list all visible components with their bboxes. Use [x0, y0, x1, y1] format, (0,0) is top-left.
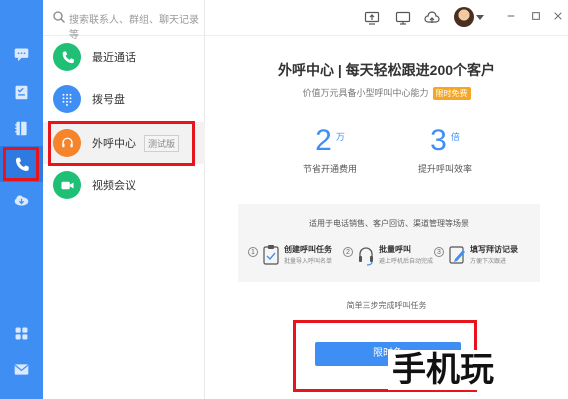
- watermark-text: 手机玩: [388, 350, 498, 390]
- rail-chat-icon[interactable]: [0, 36, 43, 72]
- list-item-label: 视频会议: [92, 180, 136, 192]
- list-item-recent-calls[interactable]: 最近通话: [43, 36, 205, 78]
- subtitle-text: 价值万元具备小型呼叫中心能力: [302, 88, 429, 98]
- step-title: 批量呼叫: [379, 245, 411, 254]
- step-title: 填写拜访记录: [470, 245, 518, 254]
- avatar[interactable]: [454, 7, 474, 27]
- mail-icon: [14, 363, 29, 375]
- stat-value: 3: [430, 124, 447, 157]
- step-desc: 批量导入呼叫名单: [284, 259, 333, 265]
- stat-caption: 提升呼叫效率: [417, 164, 472, 174]
- clipboard-icon: [263, 245, 279, 265]
- list-item-label: 拨号盘: [92, 94, 125, 106]
- monitor-icon[interactable]: [395, 10, 411, 26]
- highlight-box: [3, 147, 39, 181]
- stat-caption: 节省开通费用: [302, 164, 357, 174]
- screen-share-icon[interactable]: [364, 10, 380, 26]
- step-number: 3: [434, 247, 444, 257]
- step-number: 1: [248, 247, 258, 257]
- stat-unit: 倍: [450, 132, 460, 142]
- stat-cost-saving: 2万 节省开通费用: [270, 124, 390, 175]
- search-bar[interactable]: 搜索联系人、群组、聊天记录等: [43, 0, 205, 41]
- highlight-box: [48, 121, 195, 166]
- list-item-video-meeting[interactable]: 视频会议: [43, 164, 205, 206]
- stat-unit: 万: [335, 132, 345, 142]
- scenario-panel: 适用于电话销售、客户回访、渠道管理等场景 1 创建呼叫任务 批量导入呼叫名单 2…: [238, 204, 540, 282]
- cloud-download-icon: [14, 194, 29, 206]
- nav-rail: [0, 0, 43, 399]
- page-subtitle: 价值万元具备小型呼叫中心能力 限时免费: [205, 86, 568, 100]
- step-number: 2: [343, 247, 353, 257]
- minimize-icon: [507, 15, 515, 17]
- top-toolbar: [205, 0, 568, 36]
- step-desc: 避上呼机后自动完成: [379, 259, 434, 265]
- phone-icon: [53, 43, 81, 71]
- list-item-dialpad[interactable]: 拨号盘: [43, 78, 205, 120]
- close-button[interactable]: [549, 8, 567, 26]
- page-title: 外呼中心 | 每天轻松跟进200个客户: [277, 62, 496, 78]
- minimize-button[interactable]: [502, 8, 520, 26]
- stat-efficiency: 3倍 提升呼叫效率: [385, 124, 505, 175]
- step-title: 创建呼叫任务: [284, 245, 332, 254]
- close-icon: [554, 12, 562, 20]
- search-input[interactable]: 搜索联系人、群组、聊天记录等: [69, 11, 205, 41]
- grid-icon: [15, 327, 28, 339]
- rail-mail-icon[interactable]: [0, 351, 43, 387]
- checklist-icon: [15, 85, 28, 99]
- address-book-icon: [15, 121, 27, 135]
- rail-apps-icon[interactable]: [0, 315, 43, 351]
- rail-tasks-icon[interactable]: [0, 74, 43, 110]
- rail-contacts-icon[interactable]: [0, 110, 43, 146]
- stat-value: 2: [315, 124, 332, 157]
- rail-cloud-icon[interactable]: [0, 182, 43, 218]
- chevron-down-icon[interactable]: [476, 15, 484, 21]
- list-item-label: 最近通话: [92, 52, 136, 64]
- search-icon: [53, 11, 65, 23]
- steps-hint: 简单三步完成呼叫任务: [346, 301, 427, 310]
- scenario-title: 适用于电话销售、客户回访、渠道管理等场景: [309, 219, 469, 228]
- maximize-icon: [532, 12, 540, 20]
- headset-icon: [359, 247, 373, 266]
- maximize-button[interactable]: [527, 8, 545, 26]
- call-menu-panel: 最近通话 拨号盘 外呼中心 测试版 视频会议: [43, 0, 205, 399]
- cloud-upload-icon[interactable]: [424, 10, 440, 26]
- step-desc: 方便下次跟进: [470, 259, 507, 265]
- dialpad-icon: [53, 85, 81, 113]
- free-badge: 限时免费: [432, 87, 471, 100]
- chat-icon: [14, 48, 29, 61]
- edit-note-icon: [449, 246, 465, 264]
- video-icon: [53, 171, 81, 199]
